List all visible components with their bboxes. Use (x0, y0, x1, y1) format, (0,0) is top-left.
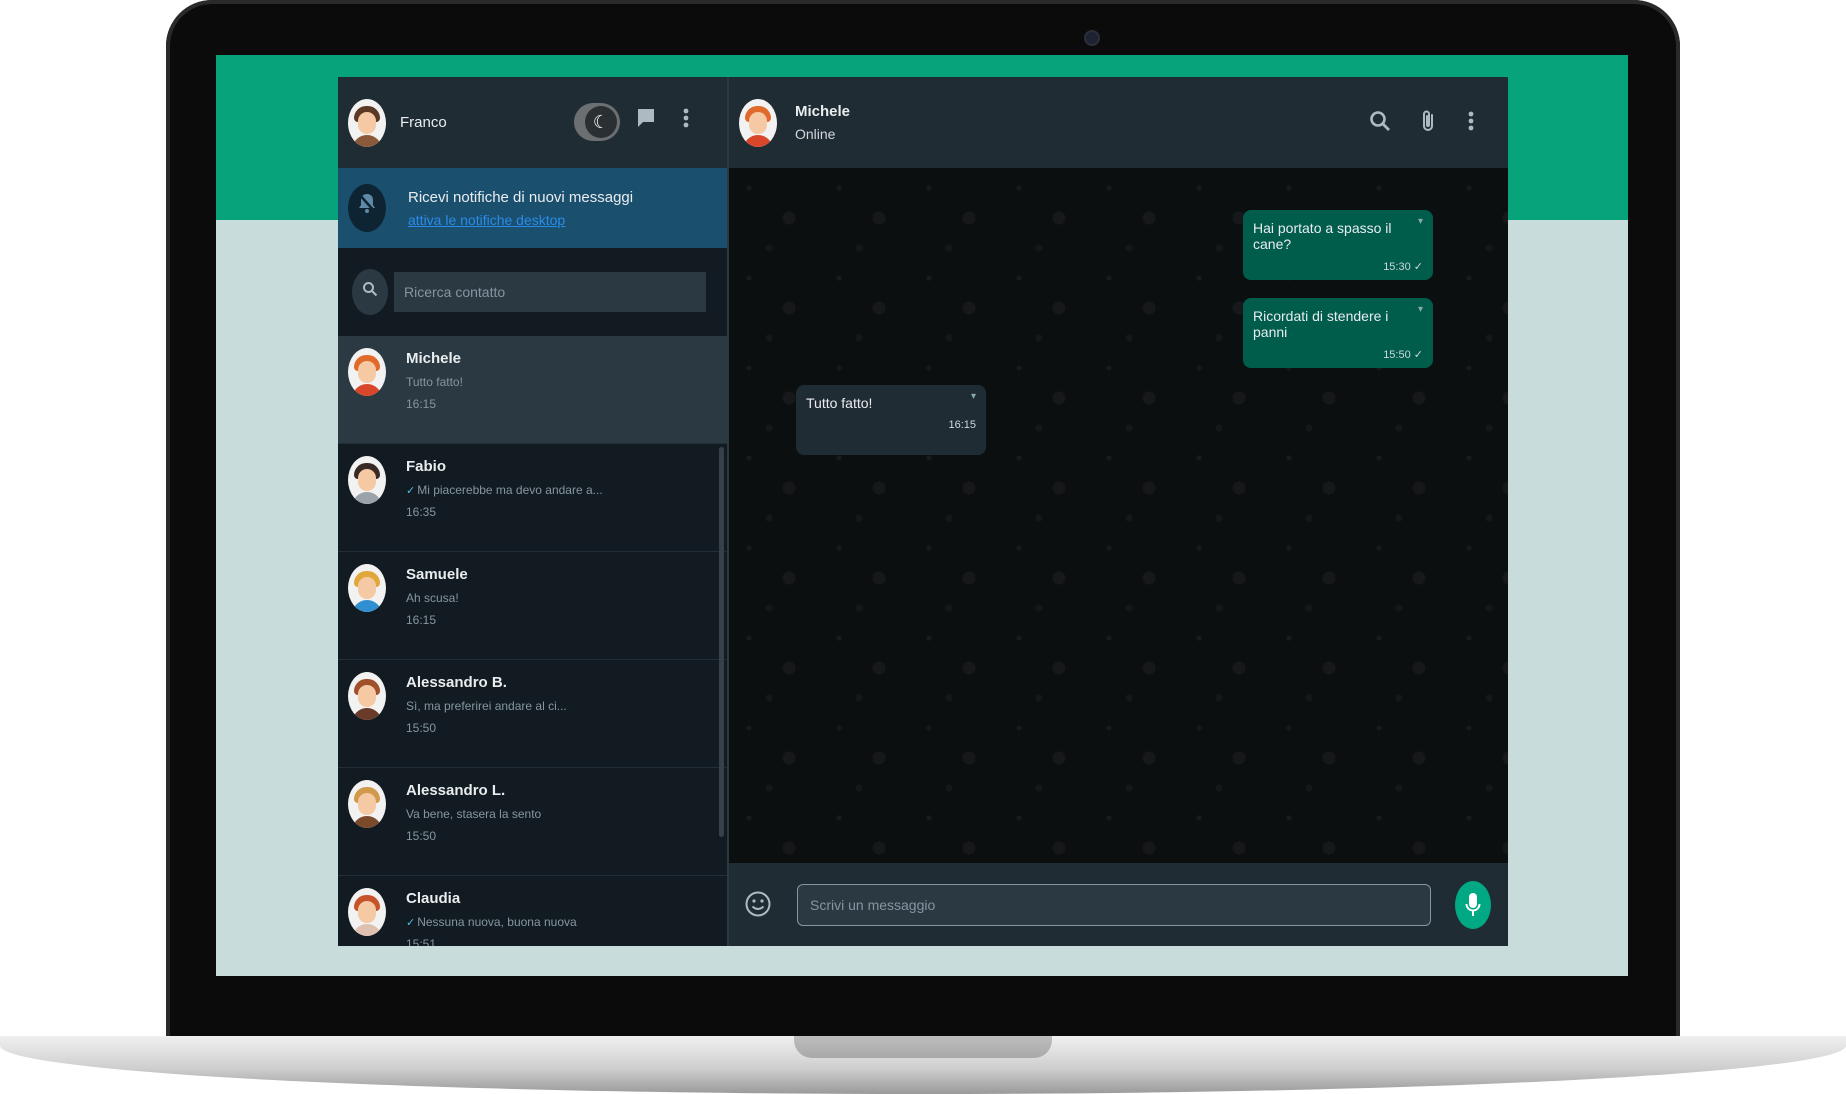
sidebar-header: Franco ☾ (338, 77, 727, 168)
search-icon[interactable] (1369, 110, 1391, 138)
contact-last-message: ✓ Mi piacerebbe ma devo andare a... (406, 483, 603, 497)
contact-list: Michele Tutto fatto! 16:15 Fabio ✓ Mi pia… (338, 336, 727, 946)
laptop-notch (794, 1036, 1052, 1058)
chevron-down-icon[interactable]: ▾ (971, 391, 976, 402)
contact-name: Michele (406, 350, 462, 367)
message-text: Ricordati di stendere i panni (1253, 308, 1389, 340)
user-name: Franco (400, 114, 447, 131)
contact-name: Fabio (406, 458, 446, 475)
avatar (348, 564, 386, 612)
message-time: 15:30 ✓ (1383, 261, 1423, 273)
search-icon[interactable] (352, 269, 388, 315)
contact-list-scrollbar[interactable] (719, 447, 724, 837)
contact-item-fabio[interactable]: Fabio ✓ Mi piacerebbe ma devo andare a...… (338, 444, 727, 552)
message-bubble-outgoing[interactable]: ▾ Ricordati di stendere i panni 15:50 ✓ (1243, 298, 1433, 368)
read-check-icon: ✓ (406, 917, 416, 929)
contact-last-message: Tutto fatto! (406, 375, 463, 389)
message-bubble-incoming[interactable]: ▾ Tutto fatto! 16:15 (796, 385, 986, 455)
kebab-menu-icon[interactable] (1468, 110, 1474, 138)
notification-title: Ricevi notifiche di nuovi messaggi (408, 188, 634, 206)
paperclip-icon[interactable] (1419, 109, 1437, 139)
contact-item-alessandro-b[interactable]: Alessandro B. Sì, ma preferirei andare a… (338, 660, 727, 768)
message-time: 16:15 (948, 419, 976, 431)
enable-notifications-link[interactable]: attiva le notifiche desktop (408, 212, 633, 228)
chat-contact-avatar[interactable] (739, 98, 777, 147)
kebab-menu-icon[interactable] (683, 107, 689, 135)
avatar (348, 348, 386, 396)
contact-last-message: ✓ Nessuna nuova, buona nuova (406, 915, 577, 929)
avatar (348, 888, 386, 936)
microphone-icon[interactable] (1455, 880, 1491, 929)
message-time: 15:50 ✓ (1383, 349, 1423, 361)
contact-time: 16:15 (406, 613, 437, 627)
avatar (348, 456, 386, 504)
contact-time: 16:15 (406, 397, 437, 411)
message-area: ▾ Hai portato a spasso il cane? 15:30 ✓ … (729, 168, 1508, 863)
chat-panel: Michele Online ▾ Hai portato a spasso il… (729, 77, 1508, 946)
contact-item-michele[interactable]: Michele Tutto fatto! 16:15 (338, 336, 727, 444)
contact-last-message: Sì, ma preferirei andare al ci... (406, 699, 567, 713)
contact-search-input[interactable] (394, 272, 706, 312)
contact-name: Alessandro L. (406, 782, 506, 799)
contact-time: 15:50 (406, 721, 437, 735)
message-bubble-outgoing[interactable]: ▾ Hai portato a spasso il cane? 15:30 ✓ (1243, 210, 1433, 280)
message-composer (729, 863, 1508, 946)
chat-bubble-icon[interactable] (636, 107, 656, 135)
chat-app: Franco ☾ Ricevi notifiche di nuovi messa… (338, 77, 1508, 946)
chat-header: Michele Online (729, 77, 1508, 168)
chat-contact-name: Michele (795, 103, 851, 120)
moon-icon: ☾ (585, 106, 617, 138)
bell-off-icon (348, 184, 386, 232)
contact-last-message: Va bene, stasera la sento (406, 807, 542, 821)
contact-time: 15:51 (406, 937, 437, 946)
avatar (348, 672, 386, 720)
sidebar: Franco ☾ Ricevi notifiche di nuovi messa… (338, 77, 729, 946)
avatar (348, 780, 386, 828)
contact-name: Samuele (406, 566, 468, 583)
contact-item-alessandro-l[interactable]: Alessandro L. Va bene, stasera la sento … (338, 768, 727, 876)
chat-contact-status: Online (795, 126, 836, 142)
contact-name: Claudia (406, 890, 461, 907)
message-text: Hai portato a spasso il cane? (1253, 220, 1392, 252)
contact-time: 16:35 (406, 505, 437, 519)
smiley-icon[interactable] (743, 890, 773, 920)
read-check-icon: ✓ (406, 485, 416, 497)
contact-time: 15:50 (406, 829, 437, 843)
message-input[interactable] (797, 883, 1431, 926)
theme-toggle[interactable]: ☾ (574, 103, 620, 141)
search-bar (338, 248, 727, 336)
chevron-down-icon[interactable]: ▾ (1418, 304, 1423, 315)
contact-name: Alessandro B. (406, 674, 507, 691)
webcam (1084, 30, 1100, 46)
contact-item-samuele[interactable]: Samuele Ah scusa! 16:15 (338, 552, 727, 660)
user-avatar[interactable] (348, 98, 386, 147)
chevron-down-icon[interactable]: ▾ (1418, 216, 1423, 227)
contact-item-claudia[interactable]: Claudia ✓ Nessuna nuova, buona nuova 15:5… (338, 876, 727, 946)
notification-banner[interactable]: Ricevi notifiche di nuovi messaggi attiv… (338, 168, 727, 248)
contact-last-message: Ah scusa! (406, 591, 459, 605)
message-text: Tutto fatto! (806, 395, 873, 411)
